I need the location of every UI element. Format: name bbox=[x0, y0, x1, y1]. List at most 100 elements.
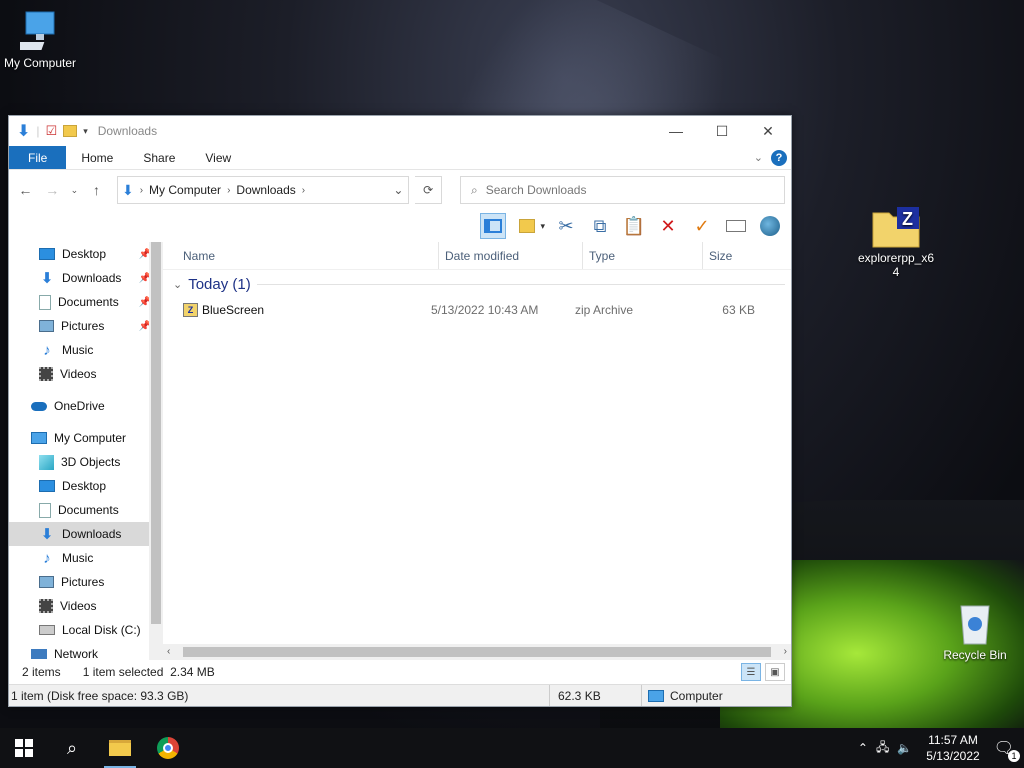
picture-icon bbox=[39, 320, 54, 332]
chevron-up-icon[interactable]: ⌃ bbox=[858, 741, 868, 755]
breadcrumb-segment[interactable]: Downloads bbox=[236, 183, 295, 197]
preview-pane-button[interactable] bbox=[480, 213, 507, 239]
nav-item-local-disk-c-[interactable]: Local Disk (C:) bbox=[9, 618, 163, 642]
chevron-right-icon[interactable]: › bbox=[302, 185, 305, 196]
nav-item-label: Documents bbox=[58, 503, 119, 517]
notification-icon[interactable]: 🗨 1 bbox=[994, 738, 1020, 762]
folder-options-icon bbox=[519, 219, 536, 233]
new-folder-icon[interactable] bbox=[63, 125, 78, 137]
expand-ribbon-icon[interactable]: ⌄ bbox=[754, 151, 763, 164]
minimize-button[interactable]: — bbox=[653, 116, 699, 146]
network-icon[interactable]: 🖧 bbox=[876, 738, 889, 759]
tab-view[interactable]: View bbox=[190, 146, 246, 169]
file-row[interactable]: Z BlueScreen 5/13/2022 10:43 AM zip Archive… bbox=[163, 298, 791, 322]
nav-item-label: OneDrive bbox=[54, 399, 105, 413]
large-icons-view-button[interactable]: ▣ bbox=[765, 663, 785, 681]
clock[interactable]: 11:57 AM 5/13/2022 bbox=[920, 732, 985, 764]
maximize-button[interactable]: ☐ bbox=[699, 116, 745, 146]
desktop-icon-label: My Computer bbox=[3, 56, 77, 70]
horizontal-scrollbar[interactable]: ‹ › bbox=[163, 644, 791, 660]
nav-item-downloads[interactable]: ⬇ Downloads bbox=[9, 522, 163, 546]
desktop-icon-explorerpp[interactable]: Z explorerpp_x64 bbox=[856, 205, 936, 279]
chevron-right-icon[interactable]: › bbox=[140, 185, 143, 196]
navigation-pane[interactable]: Desktop 📌 ⬇ Downloads 📌 Documents 📌 Pictures 📌 ♪ M… bbox=[9, 242, 163, 660]
nav-item-onedrive[interactable]: OneDrive bbox=[9, 394, 163, 418]
paste-button[interactable]: 📋 bbox=[621, 213, 647, 239]
nav-scrollbar[interactable] bbox=[149, 242, 163, 660]
selected-size: 62.3 KB bbox=[549, 685, 641, 706]
search-icon: ⌕ bbox=[470, 182, 478, 197]
nav-item-documents[interactable]: Documents bbox=[9, 498, 163, 522]
address-bar[interactable]: ⬇ › My Computer › Downloads › ⌄ bbox=[116, 176, 410, 204]
search-input[interactable]: ⌕ Search Downloads bbox=[459, 176, 785, 204]
globe-button[interactable] bbox=[757, 213, 783, 239]
desktop-icon-recycle-bin[interactable]: Recycle Bin bbox=[935, 602, 1015, 662]
document-icon bbox=[39, 294, 51, 310]
title-bar[interactable]: ⬇ | ☑ ▾ Downloads — ☐ ✕ bbox=[9, 116, 791, 146]
taskbar-chrome[interactable] bbox=[144, 728, 192, 768]
address-dropdown-icon[interactable]: ⌄ bbox=[388, 183, 408, 197]
dropdown-icon[interactable]: ▾ bbox=[540, 221, 545, 232]
nav-item-music[interactable]: ♪ Music bbox=[9, 338, 163, 362]
rename-button[interactable] bbox=[723, 213, 749, 239]
download-arrow-icon[interactable]: ⬇ bbox=[17, 121, 30, 141]
copy-button[interactable]: ⧉ bbox=[587, 213, 613, 239]
volume-icon[interactable]: 🔈 bbox=[897, 741, 912, 755]
chrome-icon bbox=[157, 737, 179, 759]
scroll-left-icon[interactable]: ‹ bbox=[167, 646, 170, 657]
taskbar-file-explorer[interactable] bbox=[96, 728, 144, 768]
column-name[interactable]: Name bbox=[163, 242, 439, 269]
start-button[interactable] bbox=[0, 728, 48, 768]
nav-item-music[interactable]: ♪ Music bbox=[9, 546, 163, 570]
desktop-icon-my-computer[interactable]: My Computer bbox=[0, 10, 80, 70]
customize-toolbar-icon[interactable]: ▾ bbox=[83, 126, 88, 137]
chevron-right-icon[interactable]: › bbox=[227, 185, 230, 196]
nav-item-documents[interactable]: Documents 📌 bbox=[9, 290, 163, 314]
scrollbar-thumb[interactable] bbox=[151, 242, 161, 624]
properties-icon[interactable]: ☑ bbox=[46, 123, 58, 139]
nav-item-desktop[interactable]: Desktop 📌 bbox=[9, 242, 163, 266]
explorer-window[interactable]: ⬇ | ☑ ▾ Downloads — ☐ ✕ File Home Share … bbox=[8, 115, 792, 707]
folder-options-button[interactable] bbox=[514, 213, 540, 239]
column-date-modified[interactable]: Date modified bbox=[439, 242, 583, 269]
tab-home[interactable]: Home bbox=[66, 146, 128, 169]
scroll-right-icon[interactable]: › bbox=[784, 646, 787, 657]
up-button[interactable]: ↑ bbox=[86, 182, 107, 198]
nav-item-downloads[interactable]: ⬇ Downloads 📌 bbox=[9, 266, 163, 290]
recent-locations-icon[interactable]: ⌄ bbox=[69, 185, 80, 196]
column-size[interactable]: Size bbox=[703, 242, 781, 269]
network-icon bbox=[31, 649, 47, 659]
file-list-pane[interactable]: Name Date modified Type Size ⌄ Today (1)… bbox=[163, 242, 791, 660]
details-view-button[interactable]: ☰ bbox=[741, 663, 761, 681]
chevron-down-icon[interactable]: ⌄ bbox=[173, 278, 182, 291]
cut-button[interactable]: ✂ bbox=[553, 213, 579, 239]
breadcrumb-segment[interactable]: My Computer bbox=[149, 183, 221, 197]
svg-text:Z: Z bbox=[902, 209, 913, 229]
refresh-button[interactable]: ⟳ bbox=[415, 176, 442, 204]
nav-item-3d-objects[interactable]: 3D Objects bbox=[9, 450, 163, 474]
clipboard-icon: 📋 bbox=[622, 215, 646, 236]
delete-button[interactable]: ✕ bbox=[655, 213, 681, 239]
nav-item-desktop[interactable]: Desktop bbox=[9, 474, 163, 498]
nav-item-label: 3D Objects bbox=[61, 455, 121, 469]
help-icon[interactable]: ? bbox=[771, 149, 787, 166]
nav-item-pictures[interactable]: Pictures 📌 bbox=[9, 314, 163, 338]
nav-item-label: Pictures bbox=[61, 575, 105, 589]
properties-button[interactable]: ✓ bbox=[689, 213, 715, 239]
search-button[interactable]: ⌕ bbox=[48, 728, 96, 768]
close-button[interactable]: ✕ bbox=[745, 116, 791, 146]
tab-file[interactable]: File bbox=[9, 146, 67, 169]
forward-button[interactable]: → bbox=[42, 182, 63, 198]
nav-item-network[interactable]: Network bbox=[9, 642, 163, 660]
nav-item-pictures[interactable]: Pictures bbox=[9, 570, 163, 594]
column-type[interactable]: Type bbox=[583, 242, 703, 269]
group-header-today[interactable]: ⌄ Today (1) bbox=[163, 270, 791, 298]
nav-item-my-computer[interactable]: My Computer bbox=[9, 426, 163, 450]
nav-item-videos[interactable]: Videos bbox=[9, 594, 163, 618]
back-button[interactable]: ← bbox=[15, 182, 36, 198]
folder-icon bbox=[109, 740, 131, 756]
scrollbar-thumb[interactable] bbox=[183, 647, 771, 657]
tab-share[interactable]: Share bbox=[128, 146, 190, 169]
nav-item-videos[interactable]: Videos bbox=[9, 362, 163, 386]
